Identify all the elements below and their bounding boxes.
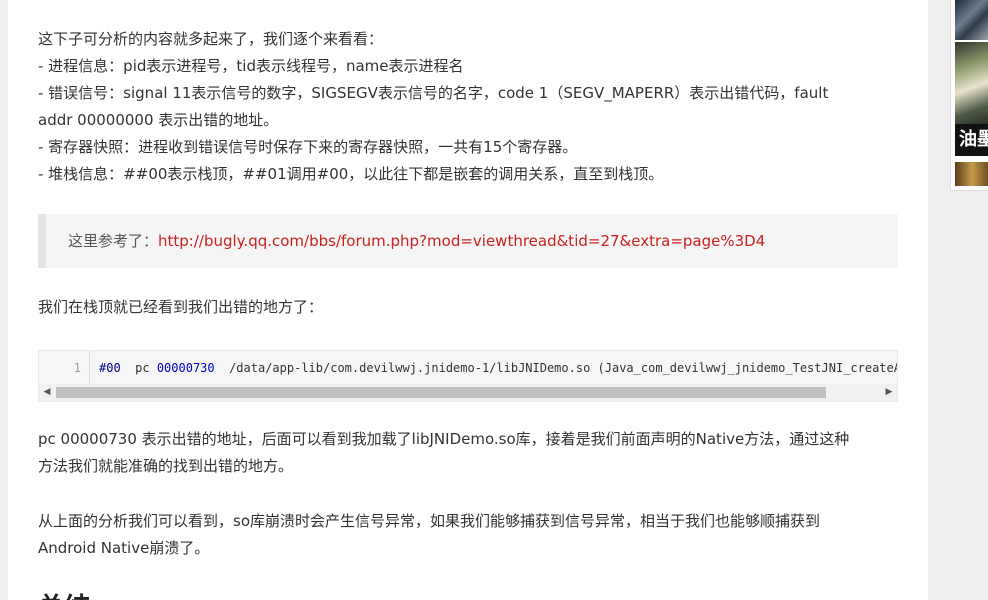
reference-prefix: 这里参考了： <box>68 232 159 250</box>
sidebar-ad-thumbnails: 油墨 <box>950 0 988 191</box>
intro-line-register-snapshot: - 寄存器快照：进程收到错误信号时保存下来的寄存器快照，一共有15个寄存器。 <box>38 138 578 156</box>
section-heading: 总结 <box>38 588 128 600</box>
reference-link[interactable]: http://bugly.qq.com/bbs/forum.php?mod=vi… <box>158 232 765 250</box>
code-pc-label: pc <box>135 361 150 375</box>
paragraph-line: 从上面的分析我们可以看到，so库崩溃时会产生信号异常，如果我们能够捕获到信号异常… <box>38 512 820 530</box>
triangle-left-icon[interactable]: ◀ <box>39 384 55 401</box>
ad-thumbnail-image[interactable] <box>955 0 988 40</box>
reference-blockquote: 这里参考了：http://bugly.qq.com/bbs/forum.php?… <box>38 214 898 268</box>
horizontal-scrollbar[interactable]: ◀ ▶ <box>39 384 897 401</box>
stack-top-paragraph: 我们在栈顶就已经看到我们出错的地方了： <box>38 298 324 316</box>
intro-line-error-signal: - 错误信号：signal 11表示信号的数字，SIGSEGV表示信号的名字，c… <box>38 84 829 102</box>
code-line: #00 pc 00000730 /data/app-lib/com.devilw… <box>99 351 898 383</box>
paragraph-line: pc 00000730 表示出错的地址，后面可以看到我加载了libJNIDemo… <box>38 430 850 448</box>
ad-thumbnail-image[interactable] <box>955 162 988 186</box>
code-address: 00000730 <box>156 361 215 375</box>
article-content: 这下子可分析的内容就多起来了，我们逐个来看看： - 进程信息：pid表示进程号，… <box>8 0 928 600</box>
paragraph-line: Android Native崩溃了。 <box>38 539 210 557</box>
line-number: 1 <box>39 351 90 383</box>
intro-line-error-signal-cont: addr 00000000 表示出错的地址。 <box>38 111 279 129</box>
code-frame: #00 <box>99 361 121 375</box>
code-path: /data/app-lib/com.devilwwj.jnidemo-1/lib… <box>229 361 898 375</box>
ad-thumbnail-image[interactable] <box>955 42 988 124</box>
intro-line-process-info: - 进程信息：pid表示进程号，tid表示线程号，name表示进程名 <box>38 57 464 75</box>
conclusion-paragraph: 从上面的分析我们可以看到，so库崩溃时会产生信号异常，如果我们能够捕获到信号异常… <box>38 508 898 562</box>
intro-line-stack-info: - 堆栈信息：##00表示栈顶，##01调用#00，以此往下都是嵌套的调用关系，… <box>38 165 664 183</box>
ad-thumbnail-caption[interactable]: 油墨 <box>955 124 988 156</box>
analysis-intro: 这下子可分析的内容就多起来了，我们逐个来看看： - 进程信息：pid表示进程号，… <box>38 26 898 188</box>
code-block: 1 #00 pc 00000730 /data/app-lib/com.devi… <box>38 350 898 402</box>
intro-line: 这下子可分析的内容就多起来了，我们逐个来看看： <box>38 30 384 48</box>
triangle-right-icon[interactable]: ▶ <box>881 384 897 401</box>
scrollbar-thumb[interactable] <box>56 387 826 398</box>
paragraph-line: 方法我们就能准确的找到出错的地方。 <box>38 457 294 475</box>
address-explanation-paragraph: pc 00000730 表示出错的地址，后面可以看到我加载了libJNIDemo… <box>38 426 898 480</box>
